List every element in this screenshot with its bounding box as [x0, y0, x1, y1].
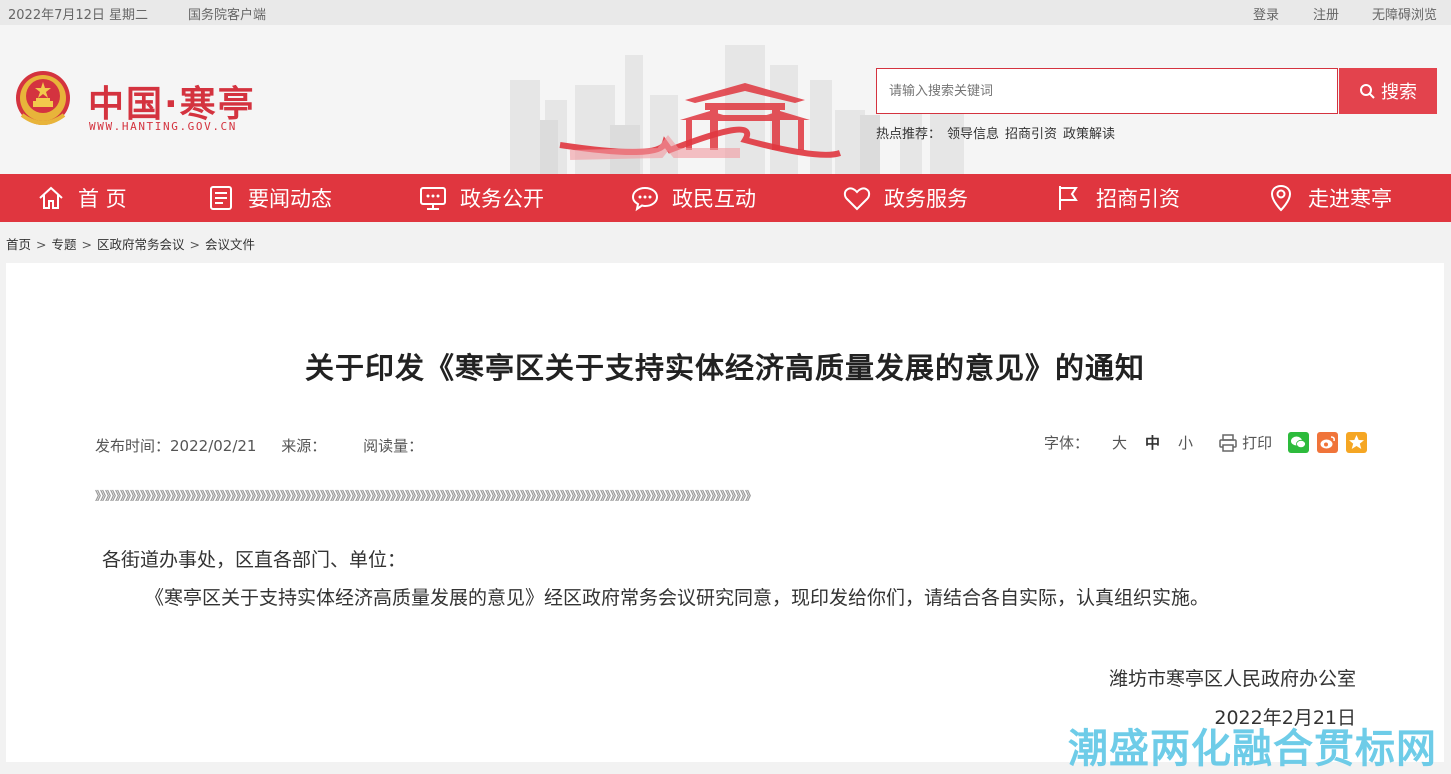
publish-date: 2022/02/21: [170, 437, 257, 455]
search-input[interactable]: [876, 68, 1338, 114]
nav-item-label: 招商引资: [1096, 187, 1180, 211]
breadcrumb-separator: >: [36, 237, 47, 252]
site-header: 中国·寒亭 WWW.HANTING.GOV.CN 请输入搜索关键词 搜索 热点推…: [0, 25, 1451, 175]
nav-item-label: 政民互动: [672, 187, 756, 211]
breadcrumb: 首页 > 专题 > 区政府常务会议 > 会议文件: [6, 234, 255, 253]
publish-label: 发布时间：: [95, 437, 171, 455]
search-button-label: 搜索: [1381, 82, 1417, 102]
breadcrumb-separator: >: [189, 237, 200, 252]
nav-item-news[interactable]: 要闻动态: [206, 174, 332, 222]
nav-item-label: 走进寒亭: [1308, 187, 1392, 211]
chat-icon: [631, 186, 659, 212]
watermark-text: 潮盛两化融合贯标网: [1068, 726, 1437, 772]
main-nav: 首 页 要闻动态 政务公开 政民互动 政务服务 招商引资 走进寒亭: [0, 174, 1451, 222]
decorative-divider: 》》》》》》》》》》》》》》》》》》》》》》》》》》》》》》》》》》》》》》》》…: [95, 489, 757, 501]
signing-organization: 潍坊市寒亭区人民政府办公室: [1108, 668, 1356, 690]
qzone-share-icon[interactable]: [1346, 432, 1368, 453]
register-link[interactable]: 注册: [1313, 4, 1339, 23]
login-link[interactable]: 登录: [1253, 4, 1279, 23]
read-count-label: 阅读量：: [363, 437, 424, 455]
wechat-share-icon[interactable]: [1288, 432, 1310, 453]
source-label: 来源：: [281, 437, 327, 455]
font-size-medium[interactable]: 中: [1145, 432, 1160, 453]
hot-label: 热点推荐：: [876, 127, 942, 142]
weibo-share-icon[interactable]: [1317, 432, 1339, 453]
nav-item-services[interactable]: 政务服务: [842, 174, 968, 222]
article-title: 关于印发《寒亭区关于支持实体经济高质量发展的意见》的通知: [304, 351, 1145, 385]
top-utility-bar: 2022年7月12日 星期二 国务院客户端 登录 注册 无障碍浏览: [0, 0, 1451, 25]
article-salutation: 各街道办事处，区直各部门、单位：: [102, 549, 407, 571]
breadcrumb-separator: >: [81, 237, 92, 252]
article-meta: 发布时间：2022/02/21 来源： 阅读量：: [95, 435, 443, 456]
home-icon: [39, 186, 63, 209]
hot-item[interactable]: 领导信息: [947, 127, 999, 142]
article-panel: 关于印发《寒亭区关于支持实体经济高质量发展的意见》的通知 发布时间：2022/0…: [6, 263, 1444, 762]
nav-item-label: 要闻动态: [248, 187, 332, 211]
font-size-small[interactable]: 小: [1178, 432, 1193, 453]
nav-item-investment[interactable]: 招商引资: [1054, 174, 1180, 222]
search-button[interactable]: 搜索: [1339, 68, 1437, 114]
nav-item-interaction[interactable]: 政民互动: [630, 174, 756, 222]
hot-item[interactable]: 政策解读: [1063, 127, 1115, 142]
site-url: WWW.HANTING.GOV.CN: [89, 120, 238, 133]
breadcrumb-item[interactable]: 专题: [52, 237, 77, 252]
breadcrumb-item[interactable]: 首页: [6, 237, 31, 252]
nav-item-label: 政务服务: [884, 187, 968, 211]
article-body: 《寒亭区关于支持实体经济高质量发展的意见》经区政府常务会议研究同意，现印发给你们…: [145, 587, 1210, 609]
breadcrumb-item[interactable]: 区政府常务会议: [97, 237, 185, 252]
print-button[interactable]: 打印: [1218, 432, 1272, 453]
nav-item-label: 首 页: [78, 187, 127, 211]
breadcrumb-item[interactable]: 会议文件: [205, 237, 255, 252]
nav-item-label: 政务公开: [460, 187, 544, 211]
publish-time: 发布时间：2022/02/21: [95, 437, 256, 455]
nav-item-home[interactable]: 首 页: [36, 174, 127, 222]
article-tools: 字体： 大 中 小 打印: [1044, 432, 1368, 453]
state-council-client-link[interactable]: 国务院客户端: [188, 4, 266, 23]
font-size-label: 字体：: [1044, 434, 1090, 452]
monitor-icon: [420, 187, 446, 210]
search-icon: [1360, 84, 1375, 99]
heart-icon: [843, 187, 871, 211]
hot-item[interactable]: 招商引资: [1005, 127, 1057, 142]
national-emblem-icon: [16, 71, 70, 125]
print-label: 打印: [1242, 434, 1273, 452]
font-size-large[interactable]: 大: [1112, 432, 1127, 453]
location-icon: [1270, 184, 1292, 212]
hot-recommendations: 热点推荐： 领导信息 招商引资 政策解读: [876, 123, 1121, 142]
accessibility-link[interactable]: 无障碍浏览: [1372, 4, 1437, 23]
flag-icon: [1059, 186, 1078, 210]
nav-item-government-affairs[interactable]: 政务公开: [418, 174, 544, 222]
nav-item-about-hanting[interactable]: 走进寒亭: [1266, 174, 1392, 222]
printer-icon: [1219, 433, 1237, 452]
news-icon: [210, 186, 232, 210]
current-date: 2022年7月12日 星期二: [8, 8, 149, 23]
